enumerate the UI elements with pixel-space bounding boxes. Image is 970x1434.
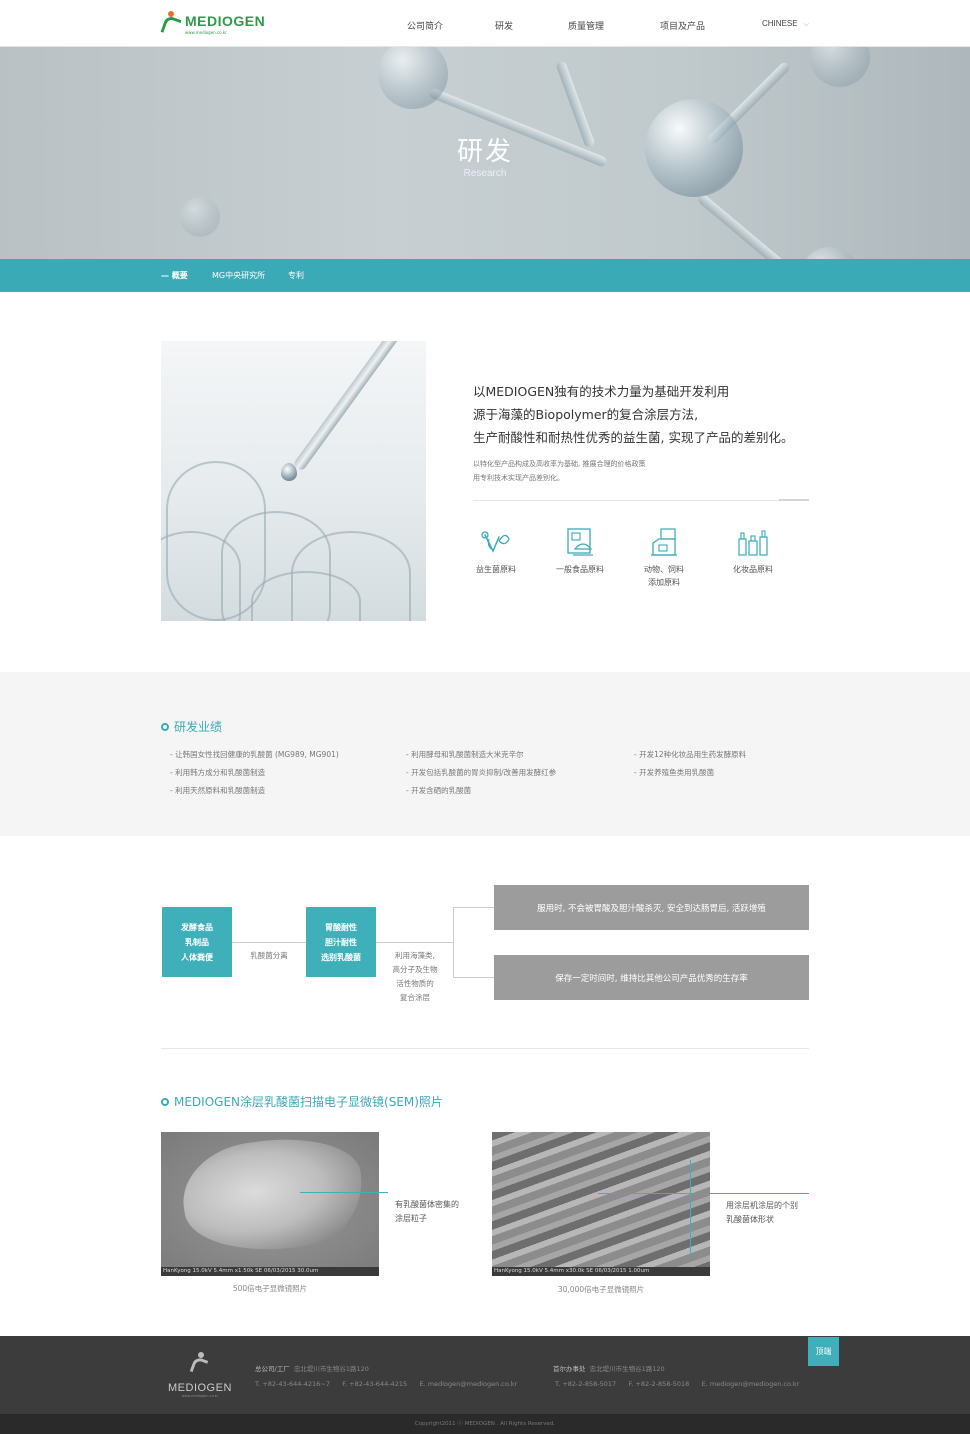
process-step-1: 乳酸菌分离 — [250, 951, 288, 960]
process-selection-box: 胃酸耐性 胆汁耐性 选别乳酸菌 — [306, 907, 376, 977]
category-cosmetic: 化妆品原料 — [718, 527, 788, 576]
language-select[interactable]: CHINESE ⌵ — [762, 19, 809, 29]
sem-caption-1: 500倍电子显微镜照片 — [232, 1284, 308, 1293]
page-subtitle: Research — [463, 168, 507, 179]
process-step-2: 利用海藻类, 高分子及生物 活性物质的 复合涂层 — [392, 951, 438, 1002]
feed-icon — [647, 527, 681, 559]
footer-logo: MEDIOGEN www.mediogen.co.kr — [168, 1352, 232, 1398]
process-source-box: 发酵食品 乳制品 人体粪便 — [162, 907, 232, 977]
process-result-2: 保存一定时间时, 维持比其他公司产品优秀的生存率 — [494, 955, 809, 1000]
logo-tagline: www.mediogen.co.kr — [185, 30, 227, 35]
logo-mark-icon — [160, 10, 182, 38]
divider — [473, 499, 809, 501]
sem-caption-2: 30,000倍电子显微镜照片 — [557, 1285, 645, 1294]
footer-hq-address: 总公司/工厂 忠北堤川市生物谷1路120 — [255, 1365, 369, 1373]
achievements-column-3: - 开发12种化妆品用生药发酵原料 - 开发养殖鱼类用乳酸菌 — [634, 750, 747, 777]
footer-seoul-address: 首尔办事处 忠北堤川市生物谷1路120 — [553, 1365, 665, 1373]
nav-item-products[interactable]: 项目及产品 — [660, 19, 705, 32]
subnav-item-patents[interactable]: 专利 — [288, 270, 304, 281]
page-title: 研发 — [456, 137, 513, 167]
lab-test-tubes-image — [161, 341, 426, 621]
intro-headline: 以MEDIOGEN独有的技术力量为基础开发利用 源于海藻的Biopolymer的… — [473, 384, 794, 445]
probiotic-icon — [479, 527, 513, 559]
nav-item-research[interactable]: 研发 — [495, 19, 513, 32]
footer-hq-contact: T. +82-43-644-4216~7 F. +82-43-644-4215 … — [255, 1380, 518, 1388]
bullet-ring-icon — [161, 722, 169, 731]
logo[interactable]: MEDIOGEN www.mediogen.co.kr — [160, 10, 265, 38]
achievements-column-2: - 利用酵母和乳酸菌制造大米克辛尔 - 开发包括乳酸菌的胃炎抑制/改善用发酵红参… — [406, 750, 557, 795]
food-icon — [563, 527, 597, 559]
bullet-ring-icon — [161, 1097, 169, 1106]
chevron-down-icon: ⌵ — [803, 21, 809, 28]
category-feed: 动物、饲料 添加原料 — [629, 527, 699, 589]
copyright: Copyright2011 ⓒ MEDIOGEN . All Rights Re… — [0, 1414, 970, 1434]
intro-description: 以特化型产品构成及高收率为基础, 推展合理的价格政策 用专利技术实现产品差别化。 — [473, 460, 646, 482]
achievements-column-1: - 让韩国女性找回健康的乳酸菌 (MG989, MG901) - 利用韩方成分和… — [170, 750, 339, 795]
cosmetic-icon — [736, 527, 770, 559]
sub-nav: — 概要 MG中央研究所 专利 — [0, 259, 970, 292]
sem-title: MEDIOGEN涂层乳酸菌扫描电子显微镜(SEM)照片 — [161, 1093, 443, 1110]
sem-note-1: 有乳酸菌体密集的 涂层粒子 — [395, 1200, 459, 1223]
nav-item-company[interactable]: 公司简介 — [407, 19, 443, 32]
nav-item-quality[interactable]: 质量管理 — [568, 19, 604, 32]
hero-banner: 研发 Research — [0, 47, 970, 259]
sem-photo-30000x: HanKyong 15.0kV 5.4mm x30.0k SE 06/03/20… — [492, 1132, 710, 1276]
language-label: CHINESE — [762, 19, 798, 28]
sem-photo-500x: HanKyong 15.0kV 5.4mm x1.50k SE 06/03/20… — [161, 1132, 379, 1276]
process-result-1: 服用时, 不会被胃酸及胆汁酸杀灭, 安全到达肠胃后, 活跃增殖 — [494, 885, 809, 930]
logo-name: MEDIOGEN — [185, 13, 266, 29]
divider — [161, 1048, 809, 1049]
subnav-item-institute[interactable]: MG中央研究所 — [212, 270, 265, 281]
site-header: MEDIOGEN www.mediogen.co.kr 公司简介 研发 质量管理… — [0, 0, 970, 47]
category-probiotic: 益生菌原料 — [461, 527, 531, 576]
category-food: 一般食品原料 — [545, 527, 615, 576]
sem-note-2: 用涂层机涂层的个别 乳酸菌体形状 — [726, 1201, 798, 1224]
achievements-title: 研发业绩 — [161, 718, 222, 735]
footer-seoul-contact: T. +82-2-858-5017 F. +82-2-858-5018 E. m… — [555, 1380, 800, 1388]
back-to-top-button[interactable]: 顶端 — [808, 1337, 839, 1366]
subnav-item-overview[interactable]: — 概要 — [161, 270, 188, 281]
logo-mark-icon — [189, 1352, 210, 1378]
